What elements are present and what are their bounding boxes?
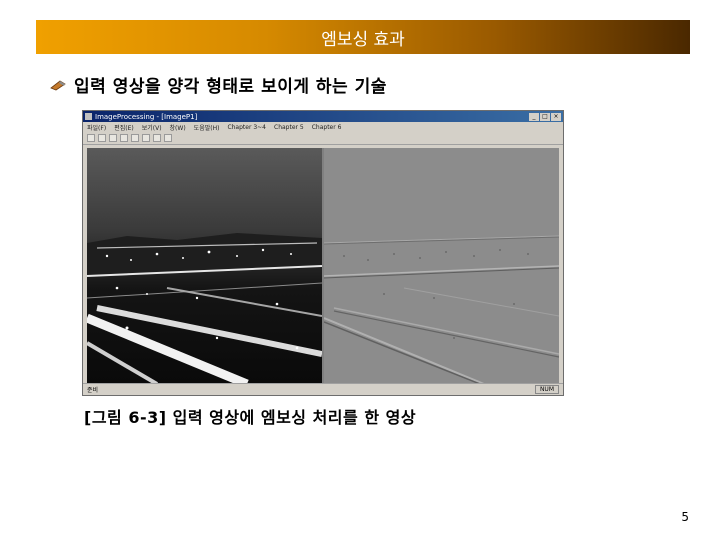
window-title: ImageProcessing - [ImageP1] [95,112,198,121]
print-icon[interactable] [153,134,161,142]
toolbar [83,132,563,145]
maximize-button[interactable]: □ [540,112,550,121]
app-window: ImageProcessing - [ImageP1] _ □ × 파일(F) … [82,110,564,396]
menu-file[interactable]: 파일(F) [87,123,106,132]
status-bar: 준비 NUM [83,383,563,395]
embossed-image [324,148,559,384]
minimize-button[interactable]: _ [529,112,539,121]
input-image [87,148,322,384]
bullet-row: 입력 영상을 양각 형태로 보이게 하는 기술 [50,72,387,97]
new-file-icon[interactable] [87,134,95,142]
menu-window[interactable]: 창(W) [170,123,186,132]
paste-icon[interactable] [142,134,150,142]
menu-bar: 파일(F) 편집(E) 보기(V) 창(W) 도움말(H) Chapter 3~… [83,122,563,132]
bullet-icon [50,80,66,90]
menu-help[interactable]: 도움말(H) [194,123,220,132]
copy-icon[interactable] [131,134,139,142]
window-titlebar: ImageProcessing - [ImageP1] _ □ × [83,111,563,122]
slide-title-bar: 엠보싱 효과 [36,20,690,54]
figure-caption: [그림 6-3] 입력 영상에 엠보싱 처리를 한 영상 [84,408,417,427]
open-file-icon[interactable] [98,134,106,142]
app-icon [85,113,92,120]
menu-chapter-5[interactable]: Chapter 5 [274,124,304,131]
menu-edit[interactable]: 편집(E) [114,123,134,132]
window-controls: _ □ × [529,112,561,121]
status-text: 준비 [87,387,99,394]
bullet-text: 입력 영상을 양각 형태로 보이게 하는 기술 [74,77,387,97]
close-button[interactable]: × [551,112,561,121]
menu-chapter-6[interactable]: Chapter 6 [312,124,342,131]
help-icon[interactable] [164,134,172,142]
menu-view[interactable]: 보기(V) [142,123,162,132]
menu-chapter-3-4[interactable]: Chapter 3~4 [227,124,266,131]
save-icon[interactable] [109,134,117,142]
image-client-area [87,148,559,384]
page-number: 5 [681,510,689,524]
status-indicator: NUM [534,385,559,394]
slide-title: 엠보싱 효과 [321,29,405,50]
cut-icon[interactable] [120,134,128,142]
